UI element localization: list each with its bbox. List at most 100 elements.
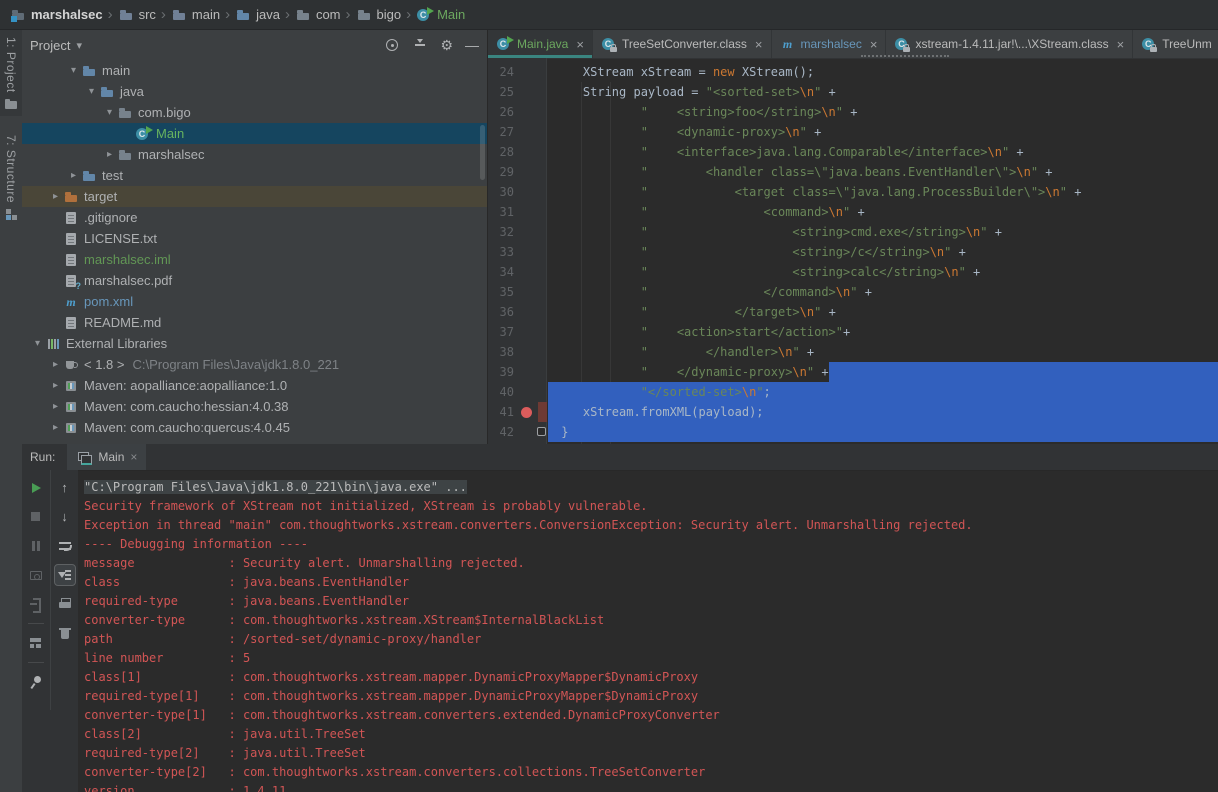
code-text[interactable]: " <command>\n" + — [548, 202, 1218, 222]
camera-button[interactable] — [25, 564, 47, 586]
editor-tab-treeunm[interactable]: TreeUnm — [1133, 30, 1218, 58]
gutter-fold-area[interactable] — [536, 242, 548, 262]
gutter-fold-area[interactable] — [536, 362, 548, 382]
up-arrow-button[interactable] — [54, 477, 76, 499]
gutter-fold-area[interactable] — [536, 162, 548, 182]
tree-item-main[interactable]: Main — [22, 123, 487, 144]
editor-tab-treesetconverter-class[interactable]: TreeSetConverter.class× — [593, 30, 772, 58]
breadcrumb-item-java[interactable]: java — [233, 7, 282, 23]
breadcrumb-item-main[interactable]: Main — [414, 7, 467, 23]
code-text[interactable]: " <interface>java.lang.Comparable</inter… — [548, 142, 1218, 162]
line-number[interactable]: 39 — [488, 362, 516, 382]
gutter-icon-area[interactable] — [516, 402, 536, 422]
scroll-to-end-button[interactable] — [54, 564, 76, 586]
collapse-all-icon[interactable] — [412, 37, 428, 53]
gutter-fold-area[interactable] — [536, 342, 548, 362]
gutter-fold-area[interactable] — [536, 382, 548, 402]
tree-item-marshalsec[interactable]: ▸marshalsec — [22, 144, 487, 165]
code-text[interactable]: " </command>\n" + — [548, 282, 1218, 302]
breakpoint-icon[interactable] — [521, 407, 532, 418]
tree-item-com-bigo[interactable]: ▾com.bigo — [22, 102, 487, 123]
line-number[interactable]: 34 — [488, 262, 516, 282]
line-number[interactable]: 32 — [488, 222, 516, 242]
gutter-fold-area[interactable] — [536, 322, 548, 342]
tree-item-maven-com-caucho-quercus-4-0-45[interactable]: ▸Maven: com.caucho:quercus:4.0.45 — [22, 417, 487, 438]
gutter-fold-area[interactable] — [536, 142, 548, 162]
clear-button[interactable] — [54, 622, 76, 644]
expanded-arrow-icon[interactable]: ▾ — [30, 338, 45, 349]
gutter-icon-area[interactable] — [516, 262, 536, 282]
gutter-icon-area[interactable] — [516, 82, 536, 102]
code-text[interactable]: " <target class=\"java.lang.ProcessBuild… — [548, 182, 1218, 202]
close-icon[interactable]: × — [870, 37, 878, 52]
expanded-arrow-icon[interactable]: ▾ — [84, 86, 99, 97]
gutter-icon-area[interactable] — [516, 322, 536, 342]
code-line-36[interactable]: 36 " </target>\n" + — [488, 302, 1218, 322]
tree-item-pom-xml[interactable]: pom.xml — [22, 291, 487, 312]
code-text[interactable]: " <string>cmd.exe</string>\n" + — [548, 222, 1218, 242]
code-text[interactable]: " <dynamic-proxy>\n" + — [548, 122, 1218, 142]
tree-item-java[interactable]: ▾java — [22, 81, 487, 102]
line-number[interactable]: 41 — [488, 402, 516, 422]
editor-body[interactable]: 24 XStream xStream = new XStream();25 St… — [488, 58, 1218, 444]
code-line-31[interactable]: 31 " <command>\n" + — [488, 202, 1218, 222]
code-line-39[interactable]: 39 " </dynamic-proxy>\n" + — [488, 362, 1218, 382]
gutter-icon-area[interactable] — [516, 102, 536, 122]
code-line-37[interactable]: 37 " <action>start</action>"+ — [488, 322, 1218, 342]
collapsed-arrow-icon[interactable]: ▸ — [48, 191, 63, 202]
tree-item-target[interactable]: ▸target — [22, 186, 487, 207]
collapsed-arrow-icon[interactable]: ▸ — [48, 401, 63, 412]
locate-icon[interactable] — [384, 37, 400, 53]
gutter-icon-area[interactable] — [516, 222, 536, 242]
code-line-34[interactable]: 34 " <string>calc</string>\n" + — [488, 262, 1218, 282]
tree-item-marshalsec-pdf[interactable]: ?marshalsec.pdf — [22, 270, 487, 291]
project-scrollbar[interactable] — [480, 125, 485, 180]
run-console-output[interactable]: "C:\Program Files\Java\jdk1.8.0_221\bin\… — [78, 470, 1218, 792]
gutter-icon-area[interactable] — [516, 202, 536, 222]
code-text[interactable]: " <handler class=\"java.beans.EventHandl… — [548, 162, 1218, 182]
hide-icon[interactable]: — — [465, 37, 479, 53]
sidebar-item-project[interactable]: 1: Project — [0, 30, 22, 116]
gutter-fold-area[interactable] — [536, 282, 548, 302]
editor-tab-xstream-1-4-11-jar-xstream-class[interactable]: xstream-1.4.11.jar!\...\XStream.class× — [886, 30, 1133, 58]
rerun-button[interactable] — [25, 477, 47, 499]
tree-item-readme-md[interactable]: README.md — [22, 312, 487, 333]
line-number[interactable]: 36 — [488, 302, 516, 322]
collapsed-arrow-icon[interactable]: ▸ — [48, 422, 63, 433]
breadcrumb-item-main[interactable]: main — [169, 7, 222, 23]
gutter-fold-area[interactable] — [536, 422, 548, 442]
line-number[interactable]: 26 — [488, 102, 516, 122]
line-number[interactable]: 28 — [488, 142, 516, 162]
gutter-fold-area[interactable] — [536, 302, 548, 322]
gutter-icon-area[interactable] — [516, 62, 536, 82]
breadcrumb-item-src[interactable]: src — [116, 7, 158, 23]
gutter-icon-area[interactable] — [516, 382, 536, 402]
gutter-icon-area[interactable] — [516, 342, 536, 362]
code-area[interactable]: 24 XStream xStream = new XStream();25 St… — [488, 62, 1218, 442]
gutter-fold-area[interactable] — [536, 202, 548, 222]
tree-item-license-txt[interactable]: LICENSE.txt — [22, 228, 487, 249]
collapsed-arrow-icon[interactable]: ▸ — [48, 359, 63, 370]
gutter-fold-area[interactable] — [536, 262, 548, 282]
code-line-33[interactable]: 33 " <string>/c</string>\n" + — [488, 242, 1218, 262]
editor-tab-marshalsec[interactable]: marshalsec× — [772, 30, 887, 58]
gutter-icon-area[interactable] — [516, 362, 536, 382]
close-icon[interactable]: × — [755, 37, 763, 52]
breadcrumb-item-marshalsec[interactable]: marshalsec — [8, 7, 105, 23]
code-text[interactable]: XStream xStream = new XStream(); — [548, 62, 1218, 82]
code-line-32[interactable]: 32 " <string>cmd.exe</string>\n" + — [488, 222, 1218, 242]
close-icon[interactable]: × — [130, 450, 137, 464]
gutter-icon-area[interactable] — [516, 242, 536, 262]
gutter-fold-area[interactable] — [536, 182, 548, 202]
tree-item-gitignore[interactable]: .gitignore — [22, 207, 487, 228]
down-arrow-button[interactable] — [54, 506, 76, 528]
gutter-icon-area[interactable] — [516, 302, 536, 322]
line-number[interactable]: 42 — [488, 422, 516, 442]
code-line-26[interactable]: 26 " <string>foo</string>\n" + — [488, 102, 1218, 122]
collapsed-arrow-icon[interactable]: ▸ — [66, 170, 81, 181]
breadcrumb-item-com[interactable]: com — [293, 7, 343, 23]
gutter-icon-area[interactable] — [516, 142, 536, 162]
line-number[interactable]: 40 — [488, 382, 516, 402]
gutter-icon-area[interactable] — [516, 162, 536, 182]
code-text[interactable]: " </target>\n" + — [548, 302, 1218, 322]
